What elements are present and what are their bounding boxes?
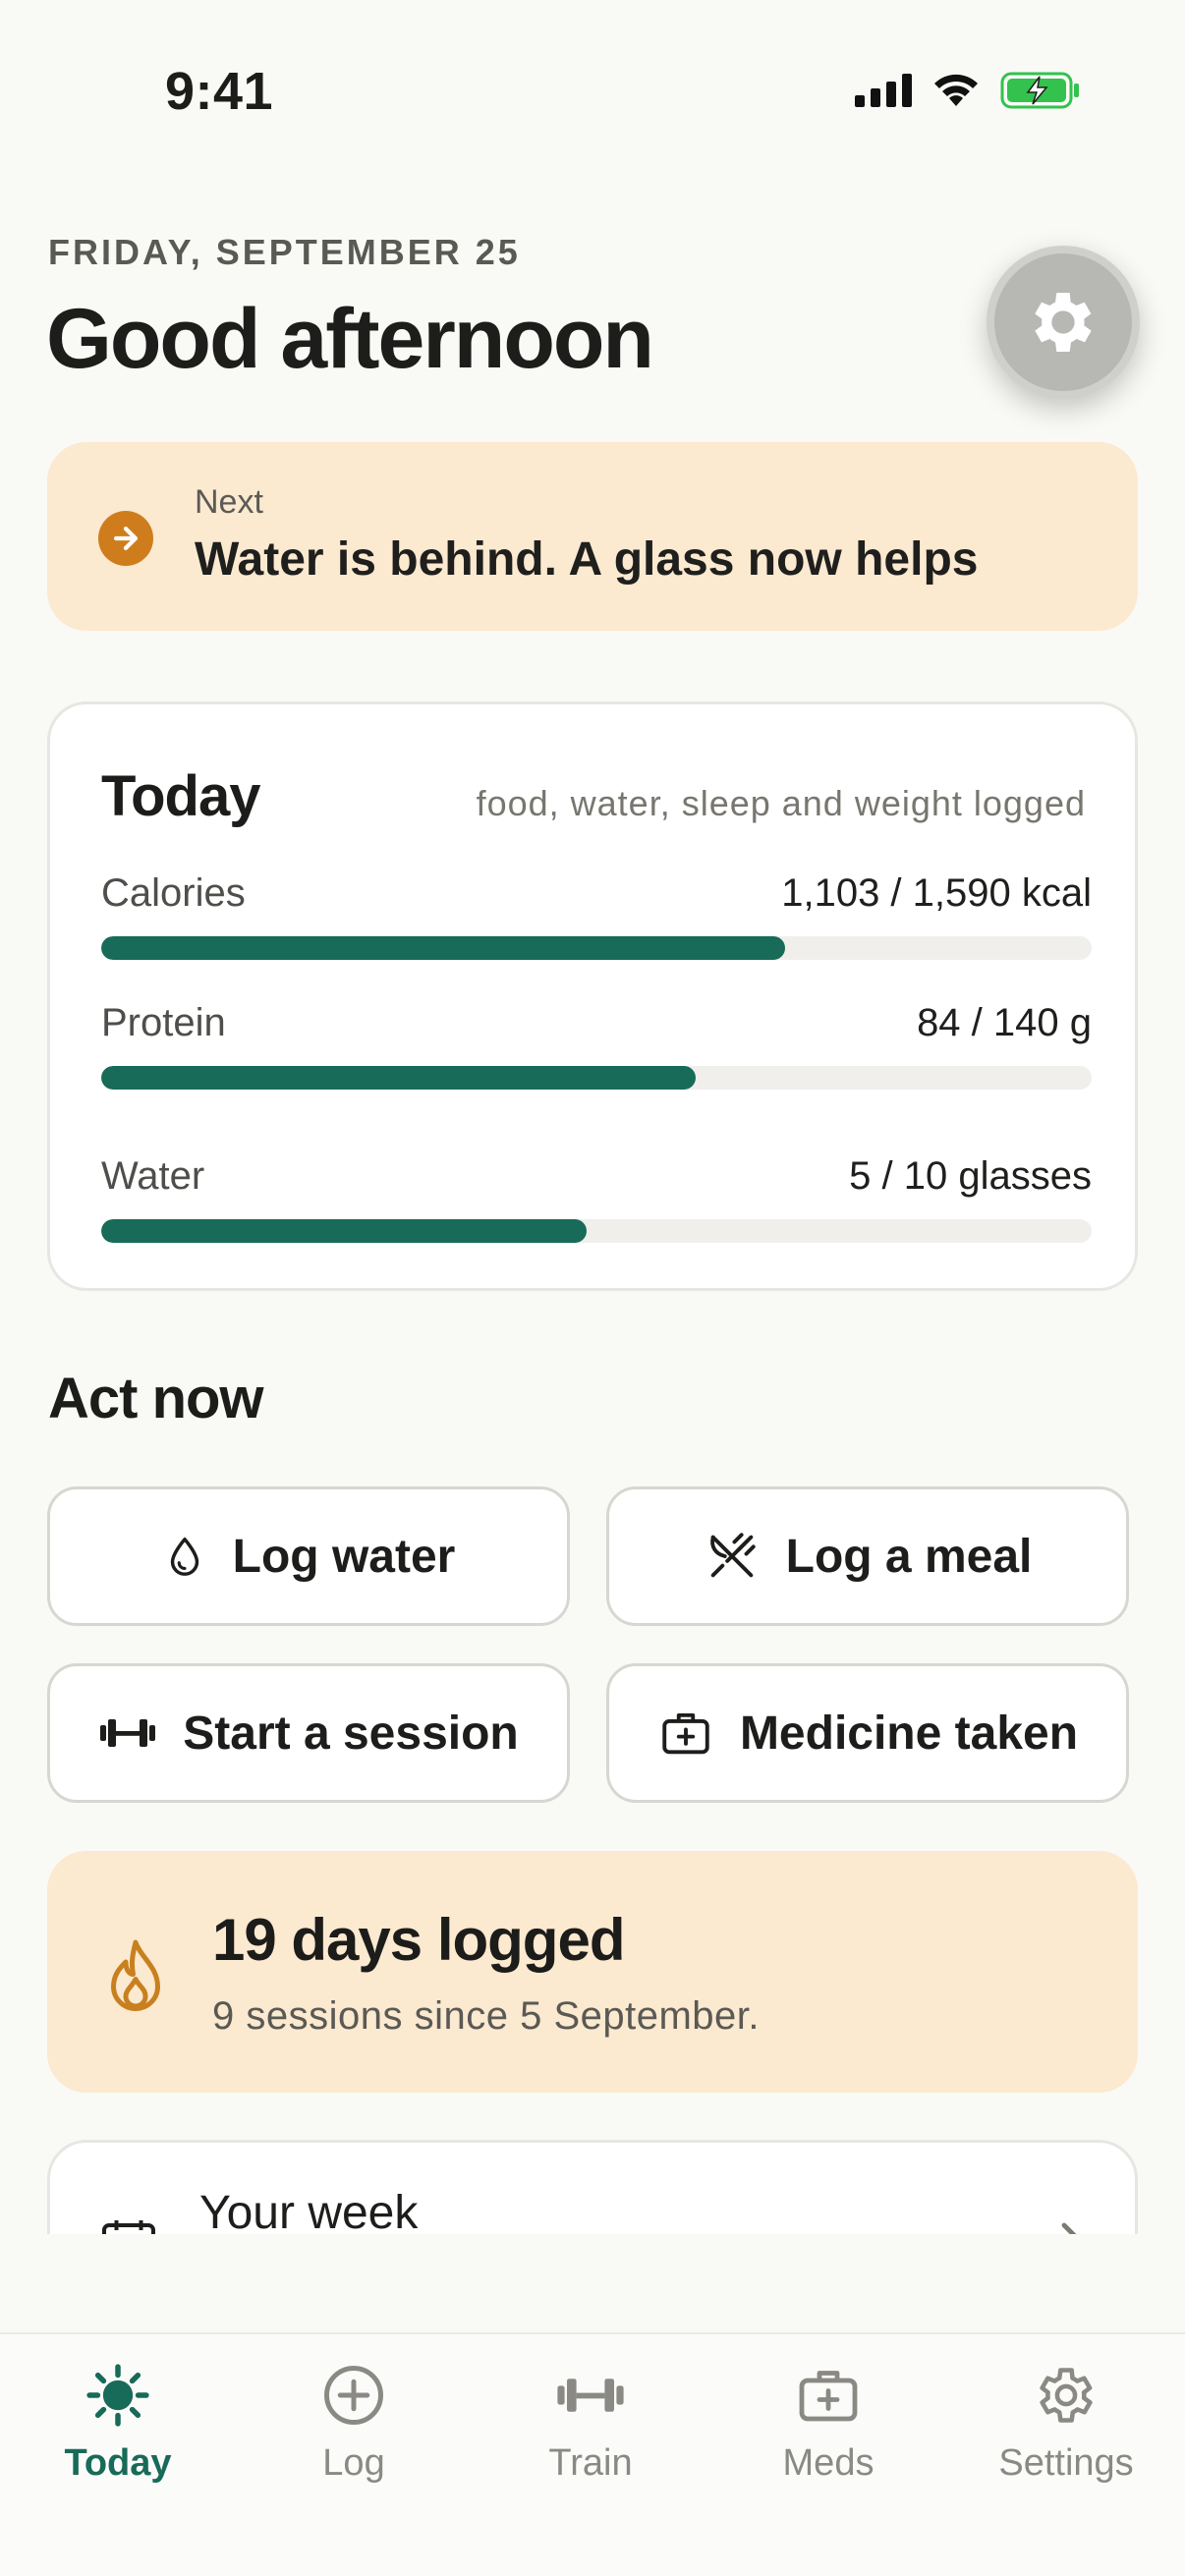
streak-card[interactable]: 19 days logged 9 sessions since 5 Septem… bbox=[47, 1851, 1138, 2093]
metric-label: Protein bbox=[101, 1001, 226, 1044]
progress-fill bbox=[101, 936, 785, 960]
tab-settings[interactable]: Settings bbox=[968, 2358, 1164, 2485]
log-meal-button[interactable]: Log a meal bbox=[606, 1486, 1129, 1626]
page-title: Good afternoon bbox=[46, 292, 654, 386]
metric-value: 84 / 140 g bbox=[917, 1001, 1092, 1044]
sun-icon bbox=[86, 2364, 149, 2427]
status-bar: 9:41 bbox=[0, 0, 1185, 187]
metric-value: 1,103 / 1,590 kcal bbox=[781, 871, 1092, 915]
dumbbell-icon bbox=[557, 2379, 624, 2412]
arrow-right-icon bbox=[98, 511, 153, 566]
tab-label: Train bbox=[548, 2442, 633, 2484]
status-time: 9:41 bbox=[165, 62, 274, 121]
tab-label: Today bbox=[64, 2442, 172, 2484]
metric-value: 5 / 10 glasses bbox=[849, 1154, 1092, 1198]
utensils-icon bbox=[709, 1533, 756, 1578]
droplet-icon bbox=[170, 1538, 198, 1576]
tab-today[interactable]: Today bbox=[20, 2358, 216, 2485]
gear-icon bbox=[1035, 293, 1092, 352]
tab-log[interactable]: Log bbox=[255, 2358, 452, 2485]
progress-fill bbox=[101, 1219, 587, 1243]
start-session-button[interactable]: Start a session bbox=[47, 1663, 570, 1803]
dumbbell-icon bbox=[100, 1719, 156, 1747]
today-subtitle: food, water, sleep and weight logged bbox=[476, 783, 1086, 823]
tab-bar: Today Log Train Meds Settings bbox=[0, 2332, 1185, 2576]
tab-label: Settings bbox=[998, 2442, 1134, 2484]
cellular-signal-icon bbox=[855, 74, 912, 107]
week-card[interactable]: Your week bbox=[47, 2140, 1138, 2234]
metric-label: Water bbox=[101, 1154, 205, 1198]
week-card-viewport: Your week bbox=[0, 2132, 1185, 2234]
today-summary-card[interactable]: Today food, water, sleep and weight logg… bbox=[47, 701, 1138, 1291]
log-water-label: Log water bbox=[232, 1530, 456, 1583]
progress-track bbox=[101, 1219, 1092, 1243]
next-banner[interactable]: Next Water is behind. A glass now helps bbox=[47, 442, 1138, 631]
medicine-taken-label: Medicine taken bbox=[739, 1707, 1079, 1760]
streak-title: 19 days logged bbox=[212, 1907, 625, 1973]
progress-track bbox=[101, 936, 1092, 960]
tab-train[interactable]: Train bbox=[492, 2358, 689, 2485]
plus-circle-icon bbox=[324, 2366, 383, 2425]
log-water-button[interactable]: Log water bbox=[47, 1486, 570, 1626]
chevron-right-icon bbox=[1061, 2222, 1077, 2234]
tab-meds[interactable]: Meds bbox=[730, 2358, 927, 2485]
progress-fill bbox=[101, 1066, 696, 1090]
medkit-icon bbox=[799, 2371, 858, 2422]
gear-icon bbox=[1040, 2368, 1093, 2423]
log-meal-label: Log a meal bbox=[785, 1530, 1033, 1583]
next-label: Next bbox=[195, 483, 263, 521]
metric-label: Calories bbox=[101, 871, 246, 915]
streak-subtitle: 9 sessions since 5 September. bbox=[212, 1994, 761, 2038]
progress-track bbox=[101, 1066, 1092, 1090]
wifi-icon bbox=[934, 74, 978, 106]
settings-button[interactable] bbox=[987, 246, 1140, 399]
medkit-icon bbox=[662, 1712, 709, 1755]
tab-label: Log bbox=[322, 2442, 385, 2484]
today-title: Today bbox=[101, 764, 260, 828]
next-text: Water is behind. A glass now helps bbox=[195, 533, 979, 586]
calendar-icon bbox=[102, 2220, 155, 2234]
battery-charging-icon bbox=[1000, 72, 1079, 109]
status-icons bbox=[855, 71, 1081, 110]
start-session-label: Start a session bbox=[183, 1707, 519, 1760]
act-now-heading: Act now bbox=[48, 1367, 264, 1430]
flame-icon bbox=[111, 1939, 160, 2011]
date-label: FRIDAY, SEPTEMBER 25 bbox=[48, 232, 521, 272]
week-title: Your week bbox=[199, 2187, 419, 2234]
tab-label: Meds bbox=[782, 2442, 875, 2484]
medicine-taken-button[interactable]: Medicine taken bbox=[606, 1663, 1129, 1803]
